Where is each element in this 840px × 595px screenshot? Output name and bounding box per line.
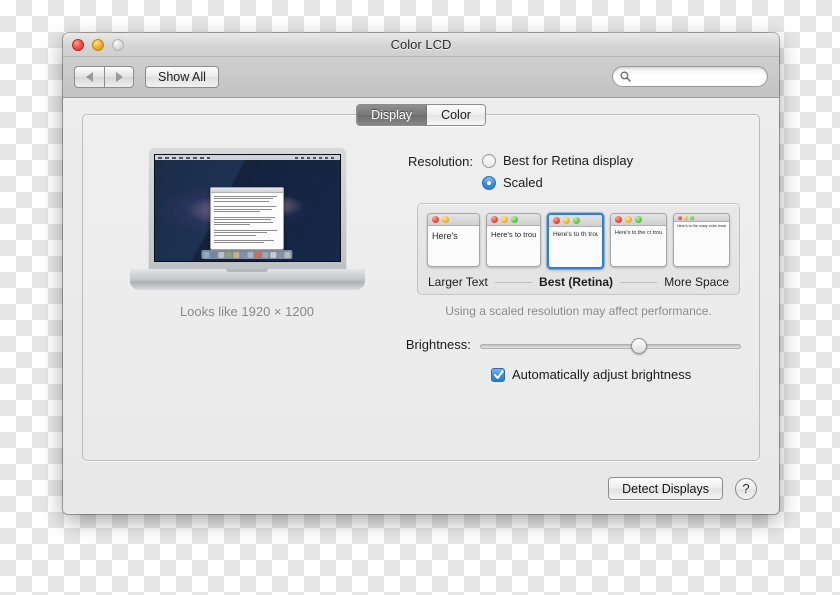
minimize-dot-icon: [684, 215, 688, 220]
radio-label: Scaled: [503, 175, 543, 190]
navigation-buttons: [74, 66, 134, 88]
radio-best-for-retina[interactable]: Best for Retina display: [482, 153, 633, 168]
triangle-right-icon: [115, 72, 123, 82]
thumbnail-body: Here's to the cr troublemakers. ones who…: [611, 226, 666, 238]
auto-brightness-checkbox[interactable]: Automatically adjust brightness: [491, 367, 741, 382]
slider-track: [479, 344, 741, 349]
laptop-base: [129, 269, 365, 290]
display-preview: Looks like 1920 × 1200: [113, 147, 381, 319]
close-dot-icon: [678, 215, 682, 220]
triangle-left-icon: [86, 72, 93, 82]
resolution-thumbnail-4[interactable]: Here's to the cr troublemakers. ones who…: [610, 213, 667, 267]
search-field[interactable]: [612, 66, 768, 87]
close-dot-icon: [432, 216, 439, 223]
thumbnail-text: Here's to troublem: [491, 230, 536, 239]
auto-brightness-label: Automatically adjust brightness: [512, 367, 692, 382]
tab-color[interactable]: Color: [427, 105, 485, 125]
thumbnail-titlebar: [611, 214, 666, 226]
resolution-thumbnail-3-selected[interactable]: Here's to th troublemak ones who s: [547, 213, 604, 269]
tab-display[interactable]: Display: [357, 105, 428, 125]
thumbnail-labels: Larger Text Best (Retina) More Space: [427, 275, 730, 289]
close-dot-icon: [491, 216, 498, 223]
label-best-retina: Best (Retina): [539, 275, 614, 289]
resolution-thumbnails: Here's Here's to troublem: [427, 213, 730, 269]
zoom-dot-icon: [511, 216, 518, 223]
minimize-dot-icon: [501, 216, 508, 223]
search-input[interactable]: [635, 70, 755, 83]
search-icon: [620, 71, 631, 82]
macbook-illustration: [129, 147, 365, 290]
thumbnail-text: Here's: [432, 231, 458, 241]
help-button[interactable]: ?: [735, 477, 757, 500]
thumbnail-text: Here's to the cr troublemakers. ones who…: [615, 230, 662, 236]
display-controls: Resolution: Best for Retina display Scal…: [391, 153, 741, 382]
minimize-dot-icon: [442, 216, 449, 223]
zoom-dot-icon: [635, 216, 642, 223]
divider-right: [620, 281, 658, 283]
window-title: Color LCD: [390, 37, 452, 52]
footer-buttons: Detect Displays ?: [608, 477, 757, 500]
screen-dock: [201, 250, 293, 259]
thumbnail-titlebar: [487, 214, 540, 226]
screen-menubar: [154, 155, 340, 160]
thumbnail-body: Here's to the crazy ones troublemakers. …: [674, 222, 729, 230]
forward-button[interactable]: [104, 66, 134, 88]
close-dot-icon: [615, 216, 622, 223]
minimize-dot-icon: [563, 217, 570, 224]
toolbar: Show All: [63, 57, 779, 98]
resolution-row: Resolution: Best for Retina display Scal…: [391, 153, 741, 190]
thumbnail-body: Here's: [428, 226, 479, 244]
resolution-caption: Looks like 1920 × 1200: [179, 304, 315, 319]
thumbnail-titlebar: [549, 215, 602, 227]
tab-bar: Display Color: [356, 104, 486, 126]
back-button[interactable]: [74, 66, 104, 88]
radio-scaled[interactable]: Scaled: [482, 175, 633, 190]
window-content: Display Color Looks like 1920 × 1200 Res…: [63, 98, 779, 513]
thumbnail-body: Here's to troublem: [487, 226, 540, 241]
brightness-label: Brightness:: [405, 337, 471, 352]
document-text-lines: [211, 193, 283, 248]
thumbnail-text: Here's to the crazy ones troublemakers. …: [677, 224, 726, 228]
brightness-row: Brightness:: [391, 336, 741, 355]
radio-icon-on: [482, 175, 496, 190]
checkbox-checked-icon: [491, 367, 505, 382]
laptop-lid: [147, 147, 347, 271]
detect-displays-button[interactable]: Detect Displays: [608, 477, 723, 500]
thumbnail-titlebar: [674, 214, 729, 222]
slider-knob[interactable]: [631, 338, 648, 354]
resolution-thumbnail-2[interactable]: Here's to troublem: [486, 213, 541, 267]
preferences-panel: Display Color Looks like 1920 × 1200 Res…: [82, 104, 760, 461]
thumbnail-text: Here's to th troublemak ones who s: [553, 231, 598, 238]
resolution-label: Resolution:: [407, 154, 473, 169]
label-more-space: More Space: [664, 275, 729, 289]
performance-note: Using a scaled resolution may affect per…: [445, 304, 712, 318]
brightness-slider[interactable]: [479, 337, 741, 355]
divider-left: [494, 281, 533, 283]
resolution-thumbnail-5[interactable]: Here's to the crazy ones troublemakers. …: [673, 213, 730, 267]
screen-document-window: [210, 186, 284, 250]
system-preferences-window: Color LCD Show All Display Color Looks l…: [63, 33, 779, 514]
radio-label: Best for Retina display: [503, 153, 634, 168]
zoom-dot-icon: [690, 215, 694, 220]
minimize-dot-icon: [625, 216, 632, 223]
radio-icon-off: [482, 153, 496, 168]
laptop-screen: [153, 154, 341, 262]
resolution-options: Best for Retina display Scaled: [482, 153, 633, 190]
thumbnail-body: Here's to th troublemak ones who s: [549, 227, 602, 241]
thumbnail-titlebar: [428, 214, 479, 226]
label-larger-text: Larger Text: [428, 275, 488, 289]
close-dot-icon: [553, 217, 560, 224]
show-all-button[interactable]: Show All: [145, 66, 219, 88]
scaled-resolution-chooser: Here's Here's to troublem: [417, 203, 740, 295]
window-titlebar: Color LCD: [63, 33, 779, 57]
resolution-thumbnail-1[interactable]: Here's: [427, 213, 480, 267]
zoom-dot-icon: [573, 217, 580, 224]
